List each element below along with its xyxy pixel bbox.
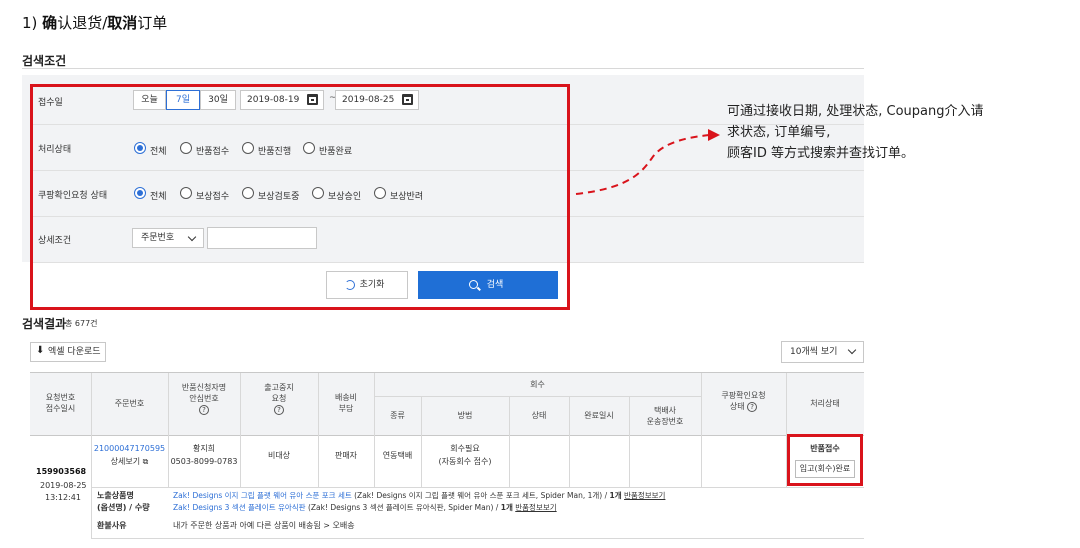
results-title: 검색결과 [22,317,67,331]
header-text: 운송장번호 [646,417,684,426]
applicant-name: 황지희 [192,444,216,453]
recall-complete-button[interactable]: 입고(회수)완료 [795,460,855,478]
detail-view-label: 상세보기 [110,457,141,466]
callout-line: 顾客ID 等方式搜索并查找订单。 [727,146,914,161]
header-text: 요청 [271,394,287,403]
order-number-link[interactable]: 21000047170595 [91,443,168,455]
header-text: 쿠팡확인요청 [721,391,766,400]
exposed-option-label: (옵션명) / 수량 [97,503,150,512]
column-divider [374,373,375,487]
callout-line: 可通过接收日期, 处理状态, Coupang介入请 [727,104,984,119]
heading-normal-2: 订单 [137,14,168,32]
header-process-status: 처리상태 [810,399,840,408]
product-quantity: 1개 [609,491,622,500]
product-link[interactable]: Zak! Designs 3 섹션 플레이트 유아식판 [173,503,306,512]
download-icon: ⬇ [36,345,45,356]
return-info-link[interactable]: 반품정보보기 [624,491,665,500]
search-highlight-box [30,84,570,310]
header-applicant: 반품신청자명안심번호? [168,382,240,415]
shipping-fee-value: 판매자 [334,451,358,460]
header-shipping-fee: 배송비부담 [318,392,374,414]
search-section-title: 검색조건 [22,54,67,68]
header-sub-divider [374,396,701,397]
header-text: 배송비 [334,393,358,402]
header-text: 택배사 [653,406,677,415]
recall-method-value: 회수필요 [450,444,480,453]
header-ship-stop: 출고중지요청? [240,382,318,415]
process-status-value: 반품접수 [810,444,840,453]
product-line-1: Zak! Designs 이지 그립 플랫 웨어 유아 스푼 포크 세트 (Za… [173,490,665,502]
header-courier: 택배사운송장번호 [629,405,701,427]
help-icon[interactable]: ? [199,405,209,415]
detail-view-link[interactable]: 상세보기 ⧉ [91,456,168,468]
request-number: 159903568 [36,467,87,476]
product-option: (Zak! Designs 3 섹션 플레이트 유아식판, Spider Man… [305,503,501,512]
header-text: 부담 [338,404,354,413]
header-text: 안심번호 [189,394,219,403]
period-7days-button[interactable]: 7일 [166,90,200,110]
recall-method-note: (자동회수 접수) [438,457,492,466]
header-text: 접수일시 [45,404,76,413]
callout-line: 求状态, 订单编号, [727,125,831,140]
header-text: 출고중지 [264,383,294,392]
product-link[interactable]: Zak! Designs 이지 그립 플랫 웨어 유아 스푼 포크 세트 [173,491,352,500]
product-option: (Zak! Designs 이지 그립 플랫 웨어 유아 스푼 포크 세트, S… [351,491,610,500]
header-done-time: 완료일시 [584,411,614,420]
page-heading: 1) 确认退货/取消订单 [22,12,167,33]
ship-stop-value: 비대상 [267,451,291,460]
section-divider [22,68,864,69]
row-divider [91,487,864,488]
help-icon[interactable]: ? [747,402,758,412]
recall-type-value: 연동택배 [382,451,413,460]
header-order-no: 주문번호 [114,399,145,408]
excel-download-label: 엑셀 다운로드 [48,347,101,357]
product-line-2: Zak! Designs 3 섹션 플레이트 유아식판 (Zak! Design… [173,502,557,514]
heading-normal-1: 认退货/ [57,14,108,32]
return-info-link[interactable]: 반품정보보기 [515,503,556,512]
page-size-value: 10개씩 보기 [790,347,838,357]
exposed-product-label: 노출상품명 [97,491,134,500]
header-text: 요청번호 [45,393,76,402]
product-quantity: 1개 [500,503,513,512]
column-divider [318,373,319,487]
header-text: 상태 [729,402,745,411]
callout-arrow [575,129,720,195]
results-count: 총 677건 [65,319,98,328]
excel-download-button[interactable]: ⬇ 엑셀 다운로드 [30,342,106,362]
chevron-down-icon [847,345,857,355]
header-method: 방법 [457,411,473,420]
heading-bold-2: 取消 [107,14,138,32]
applicant-phone: 0503-8099-0783 [170,457,238,466]
page-size-select[interactable]: 10개씩 보기 [781,341,864,363]
external-link-icon: ⧉ [142,457,149,466]
request-date: 2019-08-25 [40,481,87,490]
header-request-no: 요청번호접수일시 [30,392,91,414]
header-type: 종류 [390,411,405,420]
request-time: 13:12:41 [45,493,81,502]
heading-bold-1: 确 [42,14,58,32]
refund-reason-label: 환불사유 [97,521,127,530]
row-divider [91,538,864,539]
callout-text: 可通过接收日期, 处理状态, Coupang介入请 求状态, 订单编号, 顾客I… [727,101,1073,164]
refund-reason-value: 내가 주문한 상품과 아예 다른 상품이 배송됨 > 오배송 [173,521,355,530]
header-coupang-request: 쿠팡확인요청상태 ? [701,390,786,412]
header-text: 반품신청자명 [181,383,227,392]
header-recall: 회수 [530,380,545,389]
heading-prefix: 1) [22,14,43,32]
header-state: 상태 [531,411,547,420]
help-icon[interactable]: ? [274,405,284,415]
